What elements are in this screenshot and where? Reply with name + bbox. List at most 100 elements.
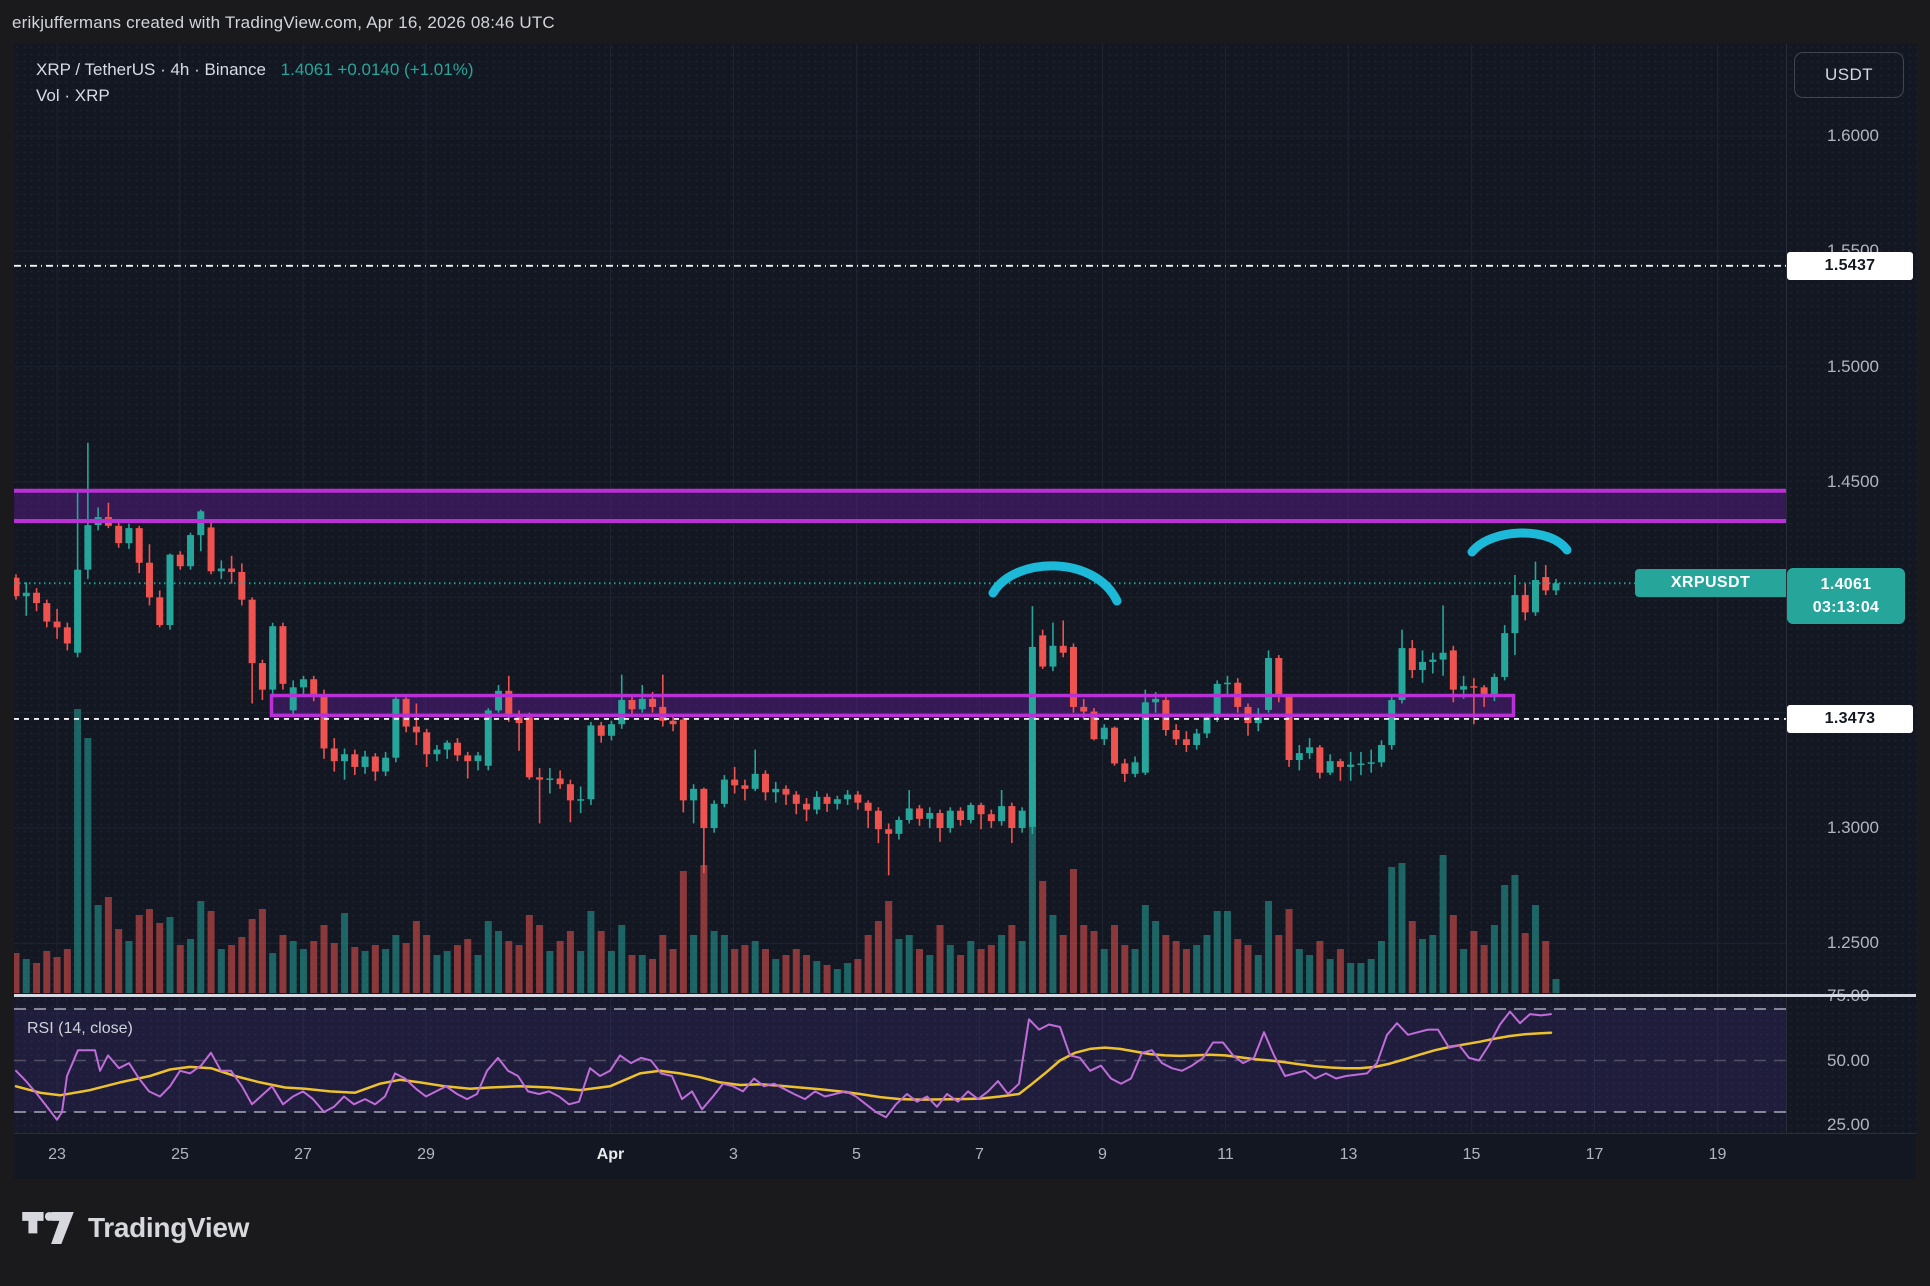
candle-body: [1511, 595, 1518, 633]
volume-bar: [844, 963, 851, 993]
volume-bar: [670, 949, 677, 993]
candle-body: [300, 679, 307, 687]
time-tick-label: 13: [1340, 1146, 1358, 1164]
volume-bar: [1286, 909, 1293, 993]
candle-body: [598, 725, 605, 735]
volume-bar: [1501, 885, 1508, 993]
volume-bar: [403, 943, 410, 993]
volume-bar: [916, 949, 923, 993]
volume-bar: [362, 951, 369, 993]
volume-bar: [238, 937, 245, 993]
volume-bar: [382, 949, 389, 993]
volume-bar: [1111, 925, 1118, 993]
volume-bar: [1019, 941, 1026, 993]
support-zone-fill[interactable]: [273, 697, 1512, 714]
volume-bar: [1440, 855, 1447, 993]
volume-bar: [1091, 931, 1098, 993]
candle-body: [115, 526, 122, 543]
candle-body: [916, 808, 923, 818]
tradingview-logo-icon: [22, 1212, 74, 1244]
candle-body: [249, 600, 256, 663]
volume-bar: [824, 965, 831, 993]
volume-bar: [321, 925, 328, 993]
candle-body: [33, 593, 40, 603]
tradingview-brand[interactable]: TradingView: [22, 1212, 249, 1244]
candle-body: [218, 569, 225, 572]
candle-body: [269, 626, 276, 689]
volume-bar: [1542, 941, 1549, 993]
volume-bar: [557, 941, 564, 993]
volume-bar: [1378, 941, 1385, 993]
candle-body: [926, 813, 933, 819]
volume-bar: [618, 925, 625, 993]
candle-body: [423, 732, 430, 754]
volume-bar: [526, 915, 533, 993]
pane-separator[interactable]: [14, 994, 1916, 997]
volume-bar: [967, 941, 974, 993]
candle-body: [156, 597, 163, 625]
candle-body: [1347, 765, 1354, 767]
candle-body: [536, 777, 543, 779]
volume-bar: [649, 959, 656, 993]
candle-body: [824, 797, 831, 804]
volume-bar: [392, 935, 399, 993]
candle-body: [228, 569, 235, 572]
volume-bar: [598, 931, 605, 993]
volume-bar: [1296, 949, 1303, 993]
volume-bar: [700, 865, 707, 993]
volume-bar: [1347, 963, 1354, 993]
candle-body: [1224, 683, 1231, 685]
volume-bar: [454, 945, 461, 993]
candle-body: [587, 725, 594, 799]
volume-bar: [218, 949, 225, 993]
chart-legend[interactable]: XRP / TetherUS · 4h · Binance 1.4061 +0.…: [36, 60, 474, 80]
volume-bar: [721, 935, 728, 993]
volume-bar: [156, 923, 163, 993]
candle-body: [382, 758, 389, 772]
arc-annotation[interactable]: [1472, 533, 1567, 552]
volume-bar: [803, 955, 810, 993]
level-badge-low: 1.3473: [1787, 705, 1913, 733]
candle-body: [690, 789, 697, 801]
resistance-zone-fill[interactable]: [14, 491, 1786, 521]
volume-bar: [228, 945, 235, 993]
volume-bar: [1203, 935, 1210, 993]
candle-body: [1193, 733, 1200, 745]
time-tick-label: 7: [975, 1146, 984, 1164]
volume-bar: [74, 709, 81, 993]
volume-bar: [947, 945, 954, 993]
candle-body: [1265, 658, 1272, 710]
volume-bar: [926, 955, 933, 993]
candle-body: [1419, 662, 1426, 670]
time-tick-label: 19: [1709, 1146, 1727, 1164]
volume-bar: [1275, 935, 1282, 993]
volume-bar: [1368, 959, 1375, 993]
volume-bar: [1121, 945, 1128, 993]
symbol-title[interactable]: XRP / TetherUS · 4h · Binance: [36, 60, 266, 79]
chart-plot-area[interactable]: [14, 44, 1786, 1132]
volume-bar: [54, 957, 61, 993]
candle-body: [546, 778, 553, 780]
candle-body: [649, 699, 656, 707]
volume-bar: [741, 945, 748, 993]
volume-bar: [341, 913, 348, 993]
candle-body: [495, 691, 502, 711]
volume-bar: [752, 941, 759, 993]
candle-body: [978, 805, 985, 814]
volume-indicator-label[interactable]: Vol · XRP: [36, 86, 110, 106]
volume-bar: [536, 925, 543, 993]
candle-body: [1029, 647, 1036, 827]
candle-body: [1060, 646, 1067, 653]
volume-bar: [937, 925, 944, 993]
candle-body: [670, 721, 677, 724]
rsi-indicator-label[interactable]: RSI (14, close): [27, 1020, 133, 1038]
price-tick-label: 1.3000: [1827, 818, 1879, 838]
candle-body: [1378, 745, 1385, 762]
volume-bar: [269, 953, 276, 993]
currency-toggle-button[interactable]: USDT: [1794, 52, 1904, 98]
candle-body: [783, 789, 790, 795]
volume-bar: [629, 955, 636, 993]
last-price-badge: 1.4061 03:13:04: [1787, 568, 1905, 624]
candle-body: [1522, 595, 1529, 612]
time-axis[interactable]: 23252729Apr35791113151719: [14, 1133, 1916, 1179]
